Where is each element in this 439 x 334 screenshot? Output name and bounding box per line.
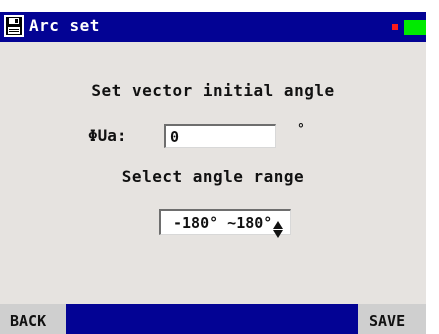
- initial-angle-input[interactable]: [164, 124, 276, 148]
- angle-range-select[interactable]: -180° ~180°: [159, 209, 291, 238]
- spinner-up-icon[interactable]: [273, 214, 283, 229]
- angle-range-heading: Select angle range: [121, 167, 305, 186]
- screen: Arc set Set vector initial angle ΦUa: ° …: [0, 0, 439, 334]
- degree-unit: °: [297, 122, 305, 137]
- window-title: Arc set: [29, 16, 100, 35]
- bottom-bar: BACK SAVE: [0, 304, 426, 334]
- floppy-disk-icon: [4, 15, 24, 37]
- arc-set-window: Arc set Set vector initial angle ΦUa: ° …: [0, 12, 426, 334]
- battery-icon: [404, 20, 426, 35]
- vector-angle-heading: Set vector initial angle: [91, 81, 335, 100]
- status-indicator: [392, 24, 398, 30]
- save-button[interactable]: SAVE: [358, 304, 426, 334]
- spinner-down-icon[interactable]: [273, 223, 283, 238]
- title-bar: Arc set: [0, 12, 426, 42]
- back-button[interactable]: BACK: [0, 304, 66, 334]
- phase-angle-label: ΦUa:: [88, 126, 127, 145]
- angle-range-value: -180° ~180°: [173, 214, 273, 232]
